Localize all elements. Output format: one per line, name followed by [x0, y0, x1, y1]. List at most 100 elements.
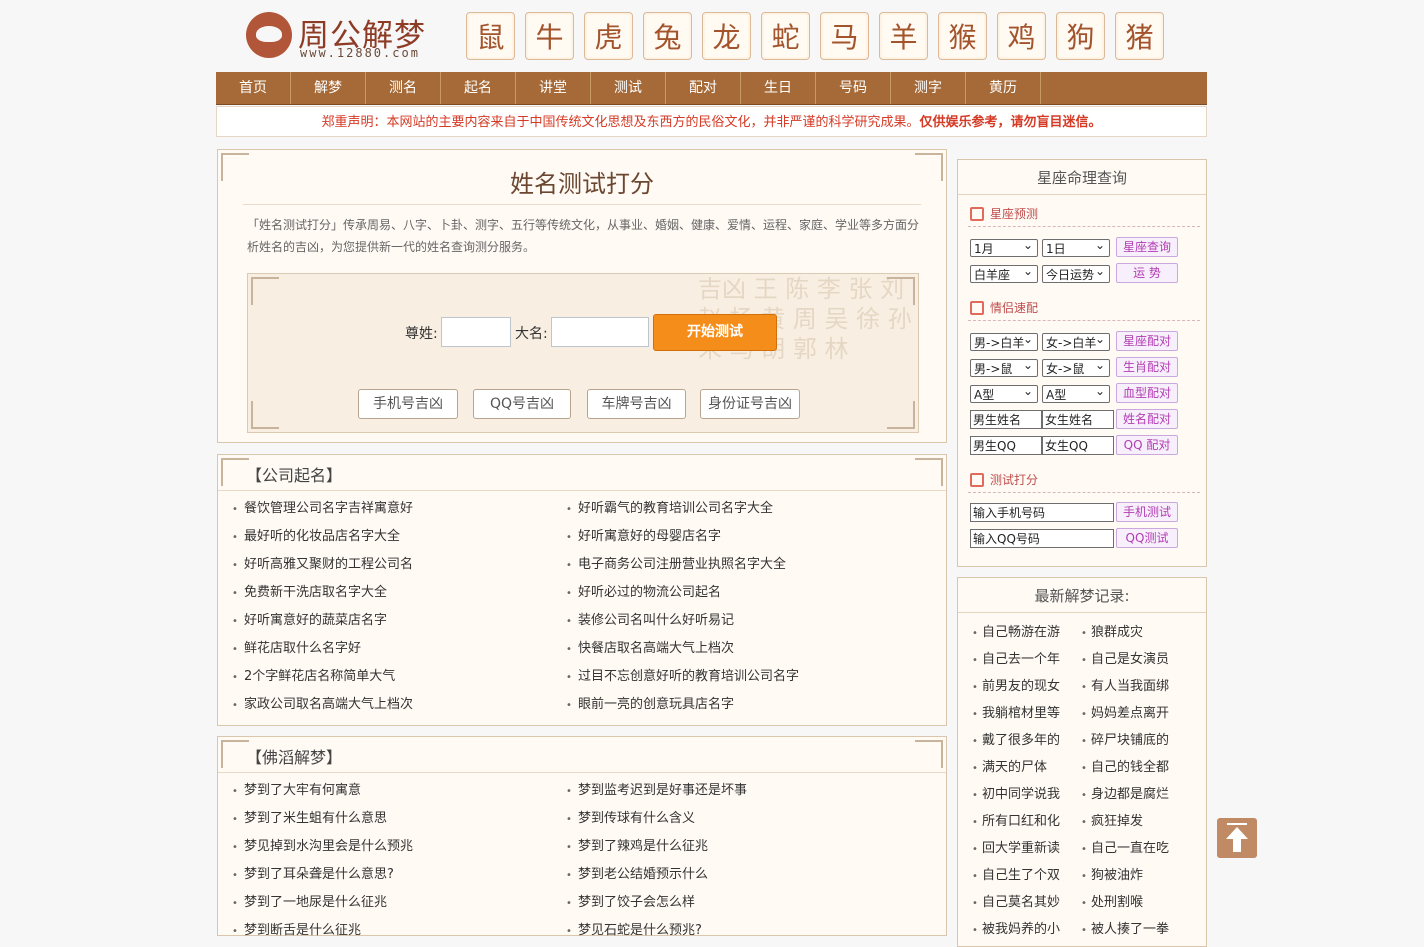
zodiac-ox[interactable]: 牛 — [525, 12, 574, 60]
sign-select[interactable]: 白羊座 — [970, 262, 1038, 283]
zodiac-snake[interactable]: 蛇 — [761, 12, 810, 60]
phone-luck-button[interactable]: 手机号吉凶 — [358, 389, 458, 419]
list-item[interactable]: 梦见石蛇是什么预兆? — [566, 917, 747, 945]
list-item[interactable]: 回大学重新读 — [972, 835, 1076, 862]
list-item[interactable]: 自己去一个年 — [972, 646, 1076, 673]
zodiac-match-button[interactable]: 生肖配对 — [1116, 357, 1178, 377]
list-item[interactable]: 梦到了大牢有何寓意 — [232, 777, 413, 805]
list-item[interactable]: 梦到传球有什么含义 — [566, 805, 747, 833]
list-item[interactable]: 好听高雅又聚财的工程公司名 — [232, 551, 413, 579]
nav-number[interactable]: 号码 — [816, 72, 891, 104]
list-item[interactable]: 好听寓意好的母婴店名字 — [566, 523, 799, 551]
male-sign-select[interactable]: 男->白羊 — [970, 330, 1038, 351]
surname-input[interactable] — [441, 317, 511, 347]
list-item[interactable]: 餐饮管理公司名字吉祥寓意好 — [232, 495, 413, 523]
list-item[interactable]: 自己的钱全都 — [1081, 754, 1191, 781]
start-test-button[interactable]: 开始测试 — [653, 314, 777, 351]
fortune-button[interactable]: 运 势 — [1116, 263, 1178, 283]
zodiac-rat[interactable]: 鼠 — [466, 12, 515, 60]
qq-luck-button[interactable]: QQ号吉凶 — [473, 389, 571, 419]
male-name-input[interactable]: 男生姓名 — [970, 410, 1042, 429]
list-item[interactable]: 2个字鲜花店名称简单大气 — [232, 663, 413, 691]
id-luck-button[interactable]: 身份证号吉凶 — [700, 389, 800, 419]
list-item[interactable]: 狼群成灾 — [1081, 619, 1191, 646]
list-item[interactable]: 梦到了米生蛆有什么意思 — [232, 805, 413, 833]
zodiac-horse[interactable]: 马 — [820, 12, 869, 60]
list-item[interactable]: 满天的尸体 — [972, 754, 1076, 781]
list-item[interactable]: 梦到老公结婚预示什么 — [566, 861, 747, 889]
sign-match-button[interactable]: 星座配对 — [1116, 331, 1178, 351]
nav-test[interactable]: 测试 — [591, 72, 666, 104]
list-item[interactable]: 自己莫名其妙 — [972, 889, 1076, 916]
list-item[interactable]: 前男友的现女 — [972, 673, 1076, 700]
list-item[interactable]: 电子商务公司注册营业执照名字大全 — [566, 551, 799, 579]
zodiac-monkey[interactable]: 猴 — [938, 12, 987, 60]
name-match-button[interactable]: 姓名配对 — [1116, 409, 1178, 429]
list-item[interactable]: 疯狂掉发 — [1081, 808, 1191, 835]
nav-naming[interactable]: 起名 — [441, 72, 516, 104]
list-item[interactable]: 梦到断舌是什么征兆 — [232, 917, 413, 945]
list-item[interactable]: 梦到监考迟到是好事还是坏事 — [566, 777, 747, 805]
list-item[interactable]: 自己畅游在游 — [972, 619, 1076, 646]
blood-match-button[interactable]: 血型配对 — [1116, 383, 1178, 403]
qq-input[interactable]: 输入QQ号码 — [970, 529, 1114, 548]
male-qq-input[interactable]: 男生QQ — [970, 436, 1042, 455]
nav-lecture[interactable]: 讲堂 — [516, 72, 591, 104]
list-item[interactable]: 好听霸气的教育培训公司名字大全 — [566, 495, 799, 523]
list-item[interactable]: 初中同学说我 — [972, 781, 1076, 808]
list-item[interactable]: 我躺棺材里等 — [972, 700, 1076, 727]
list-item[interactable]: 家政公司取名高端大气上档次 — [232, 691, 413, 719]
blood-type-2-select[interactable]: A型 — [1042, 382, 1110, 403]
list-item[interactable]: 过目不忘创意好听的教育培训公司名字 — [566, 663, 799, 691]
site-logo[interactable]: 周公解梦 www.12880.com — [246, 10, 436, 66]
list-item[interactable]: 眼前一亮的创意玩具店名字 — [566, 691, 799, 719]
list-item[interactable]: 碎尸块铺底的 — [1081, 727, 1191, 754]
female-name-input[interactable]: 女生姓名 — [1042, 410, 1114, 429]
day-select[interactable]: 1日 — [1042, 236, 1110, 257]
list-item[interactable]: 妈妈差点离开 — [1081, 700, 1191, 727]
list-item[interactable]: 梦见掉到水沟里会是什么预兆 — [232, 833, 413, 861]
zodiac-rabbit[interactable]: 兔 — [643, 12, 692, 60]
list-item[interactable]: 梦到了饺子会怎么样 — [566, 889, 747, 917]
male-zodiac-select[interactable]: 男->鼠 — [970, 356, 1038, 377]
nav-almanac[interactable]: 黄历 — [966, 72, 1041, 104]
list-item[interactable]: 免费新干洗店取名字大全 — [232, 579, 413, 607]
zodiac-dog[interactable]: 狗 — [1056, 12, 1105, 60]
list-item[interactable]: 自己一直在吃 — [1081, 835, 1191, 862]
qq-match-button[interactable]: QQ 配对 — [1116, 435, 1178, 455]
back-to-top-icon[interactable] — [1217, 818, 1257, 858]
nav-match[interactable]: 配对 — [666, 72, 741, 104]
female-zodiac-select[interactable]: 女->鼠 — [1042, 356, 1110, 377]
given-name-input[interactable] — [551, 317, 649, 347]
zodiac-pig[interactable]: 猪 — [1115, 12, 1164, 60]
list-item[interactable]: 鲜花店取什么名字好 — [232, 635, 413, 663]
list-item[interactable]: 梦到了一地尿是什么征兆 — [232, 889, 413, 917]
blood-type-1-select[interactable]: A型 — [970, 382, 1038, 403]
list-item[interactable]: 装修公司名叫什么好听易记 — [566, 607, 799, 635]
list-item[interactable]: 梦到了辣鸡是什么征兆 — [566, 833, 747, 861]
zodiac-tiger[interactable]: 虎 — [584, 12, 633, 60]
nav-character[interactable]: 测字 — [891, 72, 966, 104]
phone-input[interactable]: 输入手机号码 — [970, 503, 1114, 522]
zodiac-dragon[interactable]: 龙 — [702, 12, 751, 60]
list-item[interactable]: 被人揍了一拳 — [1081, 916, 1191, 943]
list-item[interactable]: 最好听的化妆品店名字大全 — [232, 523, 413, 551]
list-item[interactable]: 所有口红和化 — [972, 808, 1076, 835]
list-item[interactable]: 好听寓意好的蔬菜店名字 — [232, 607, 413, 635]
nav-birthday[interactable]: 生日 — [741, 72, 816, 104]
qq-test-button[interactable]: QQ测试 — [1116, 528, 1178, 548]
phone-test-button[interactable]: 手机测试 — [1116, 502, 1178, 522]
period-select[interactable]: 今日运势 — [1042, 262, 1110, 283]
list-item[interactable]: 戴了很多年的 — [972, 727, 1076, 754]
list-item[interactable]: 被我妈养的小 — [972, 916, 1076, 943]
list-item[interactable]: 梦到了耳朵聋是什么意思? — [232, 861, 413, 889]
nav-dream[interactable]: 解梦 — [291, 72, 366, 104]
list-item[interactable]: 有人当我面绑 — [1081, 673, 1191, 700]
zodiac-rooster[interactable]: 鸡 — [997, 12, 1046, 60]
nav-name-test[interactable]: 测名 — [366, 72, 441, 104]
list-item[interactable]: 好听必过的物流公司起名 — [566, 579, 799, 607]
star-query-button[interactable]: 星座查询 — [1116, 237, 1178, 257]
plate-luck-button[interactable]: 车牌号吉凶 — [587, 389, 686, 419]
list-item[interactable]: 处刑割喉 — [1081, 889, 1191, 916]
list-item[interactable]: 快餐店取名高端大气上档次 — [566, 635, 799, 663]
